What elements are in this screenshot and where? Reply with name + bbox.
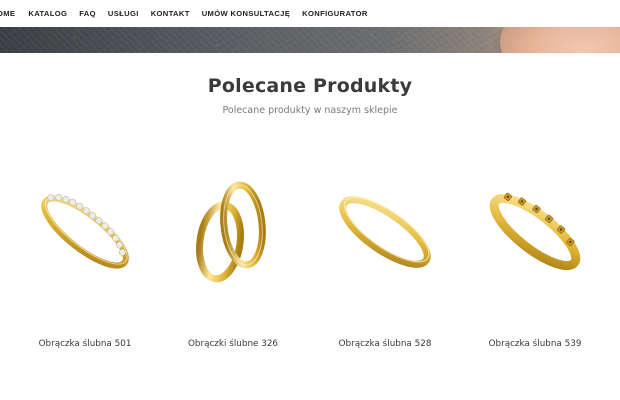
nav-item-faq[interactable]: FAQ <box>79 0 96 27</box>
nav-item-uslugi[interactable]: USŁUGI <box>108 0 139 27</box>
section-subtitle: Polecane produkty w naszym sklepie <box>222 105 398 116</box>
product-name[interactable]: Obrączki ślubne 326 <box>163 339 303 349</box>
nav-item-umow-konsultacje[interactable]: UMÓW KONSULTACJĘ <box>202 0 290 27</box>
nav-item-katalog[interactable]: KATALOG <box>28 0 67 27</box>
hero-banner <box>0 27 620 53</box>
product-image-gold-ring-with-stones[interactable] <box>465 170 605 295</box>
product-name[interactable]: Obrączka ślubna 539 <box>465 339 605 349</box>
nav-item-konfigurator[interactable]: KONFIGURATOR <box>302 0 368 27</box>
main-navigation: OME KATALOG FAQ USŁUGI KONTAKT UMÓW KONS… <box>0 0 620 27</box>
nav-item-home[interactable]: OME <box>0 0 15 27</box>
product-image-plain-gold-band[interactable] <box>315 170 455 295</box>
product-card[interactable]: Obrączka ślubna 528 <box>315 170 455 360</box>
product-name[interactable]: Obrączka ślubna 528 <box>315 339 455 349</box>
hero-model-face <box>500 27 620 53</box>
product-image-diamond-eternity-ring[interactable] <box>15 170 155 295</box>
section-title: Polecane Produkty <box>207 75 413 97</box>
product-card[interactable]: Obrączka ślubna 501 <box>15 170 155 360</box>
product-card[interactable]: Obrączka ślubna 539 <box>465 170 605 360</box>
product-image-pair-of-gold-rings[interactable] <box>163 170 303 295</box>
nav-item-kontakt[interactable]: KONTAKT <box>151 0 190 27</box>
product-name[interactable]: Obrączka ślubna 501 <box>15 339 155 349</box>
product-card[interactable]: Obrączki ślubne 326 <box>163 170 303 360</box>
